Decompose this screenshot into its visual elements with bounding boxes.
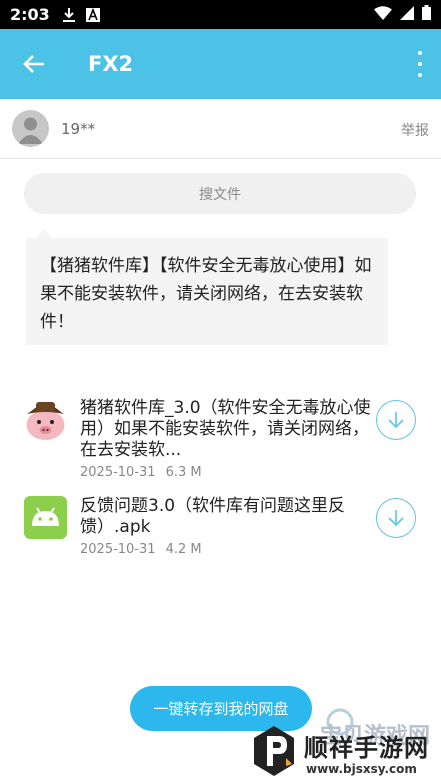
watermark-url: www.bjsxsy.com: [306, 762, 417, 776]
watermark-brand: 顺祥手游网 www.bjsxsy.com: [252, 724, 437, 784]
download-button[interactable]: [376, 498, 416, 538]
file-item[interactable]: 反馈问题3.0（软件库有问题这里反馈）.apk 2025-10-31 4.2 M: [24, 496, 419, 560]
report-button[interactable]: 举报: [401, 120, 429, 140]
download-icon: [62, 7, 76, 23]
status-bar: 2:03: [0, 0, 441, 29]
download-button[interactable]: [376, 400, 416, 440]
android-apk-icon: [24, 496, 67, 539]
search-files-button[interactable]: 搜文件: [24, 173, 416, 214]
notice-text: 【猪猪软件库】【软件安全无毒放心使用】如果不能安装软件，请关闭网络，在去安装软件…: [26, 238, 388, 345]
file-size: 6.3 M: [165, 465, 202, 480]
page-title: FX2: [88, 52, 134, 76]
avatar[interactable]: [12, 110, 49, 147]
user-name: 19**: [61, 119, 96, 138]
brand-logo-icon: [252, 724, 296, 778]
file-size: 4.2 M: [165, 542, 202, 557]
arrow-down-icon: [388, 510, 404, 527]
watermark-brand-text: 顺祥手游网: [304, 734, 429, 762]
signal-icon: [400, 5, 414, 24]
wifi-icon: [374, 5, 392, 24]
app-bar: FX2: [0, 29, 441, 99]
font-app-icon: [85, 7, 100, 22]
person-icon: [18, 117, 43, 144]
file-name: 反馈问题3.0（软件库有问题这里反馈）.apk: [80, 496, 346, 537]
user-row: 19** 举报: [0, 99, 441, 159]
file-date: 2025-10-31: [80, 542, 156, 557]
more-options-button[interactable]: [413, 51, 427, 77]
file-name: 猪猪软件库_3.0（软件安全无毒放心使用）如果不能安装软件，请关闭网络，在去安装…: [80, 398, 371, 460]
file-item[interactable]: 猪猪软件库_3.0（软件安全无毒放心使用）如果不能安装软件，请关闭网络，在去安装…: [24, 398, 419, 480]
arrow-down-icon: [388, 412, 404, 429]
arrow-left-icon: [23, 55, 44, 73]
battery-icon: [422, 5, 431, 24]
back-button[interactable]: [0, 29, 68, 99]
file-date: 2025-10-31: [80, 465, 156, 480]
pig-app-icon: [24, 398, 67, 441]
status-time: 2:03: [10, 5, 50, 24]
